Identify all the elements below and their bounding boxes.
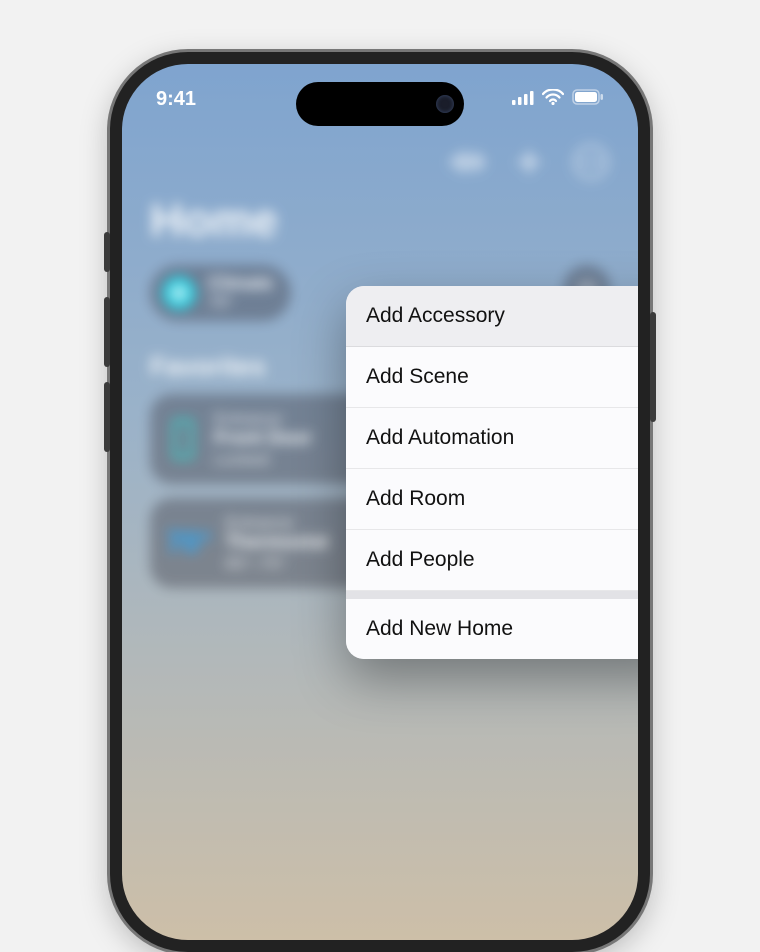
menu-label: Add New Home [366,617,513,641]
card-name: Thermostat [225,532,328,554]
menu-add-people[interactable]: Add People [346,530,638,591]
menu-add-home[interactable]: Add New Home [346,599,638,659]
thermostat-value: 70° [166,526,211,560]
waveform-icon [451,151,484,173]
card-front-door[interactable]: Entrance Front Door Locked [150,394,373,484]
menu-separator [346,591,638,599]
status-time: 9:41 [156,88,196,111]
more-button[interactable] [574,145,608,179]
iphone-frame: 9:41 [110,52,650,952]
menu-label: Add People [366,548,475,572]
toolbar [122,111,638,179]
ellipsis-icon [581,159,601,165]
menu-add-automation[interactable]: Add Automation [346,408,638,469]
card-state: Locked [214,450,312,470]
add-menu: Add Accessory Add Scene Add Automation A… [346,286,638,659]
menu-label: Add Room [366,487,465,511]
volume-up-button [104,297,110,367]
card-name: Front Door [214,428,312,450]
power-button [650,312,656,422]
menu-label: Add Accessory [366,304,505,328]
battery-icon [572,88,604,111]
door-icon [173,419,193,459]
chip-climate[interactable]: Climate 70° [150,265,291,321]
side-button [104,232,110,272]
menu-label: Add Automation [366,426,514,450]
page-title: Home [122,179,638,265]
card-thermostat[interactable]: 70° Entrance Thermostat 65°–75° [150,498,373,588]
add-button[interactable] [512,145,546,179]
screen: 9:41 [122,64,638,940]
volume-down-button [104,382,110,452]
chip-value: 70° [208,294,273,313]
plus-icon [516,149,542,175]
chip-label: Climate [208,274,273,294]
menu-add-scene[interactable]: Add Scene [346,347,638,408]
menu-add-accessory[interactable]: Add Accessory [346,286,638,347]
cellular-icon [512,88,534,111]
card-room: Entrance [225,513,328,533]
card-room: Entrance [214,409,312,429]
menu-label: Add Scene [366,365,469,389]
wifi-icon [542,88,564,111]
fan-icon [162,276,196,310]
card-range: 65°–75° [225,554,328,574]
menu-add-room[interactable]: Add Room [346,469,638,530]
intercom-button[interactable] [450,145,484,179]
